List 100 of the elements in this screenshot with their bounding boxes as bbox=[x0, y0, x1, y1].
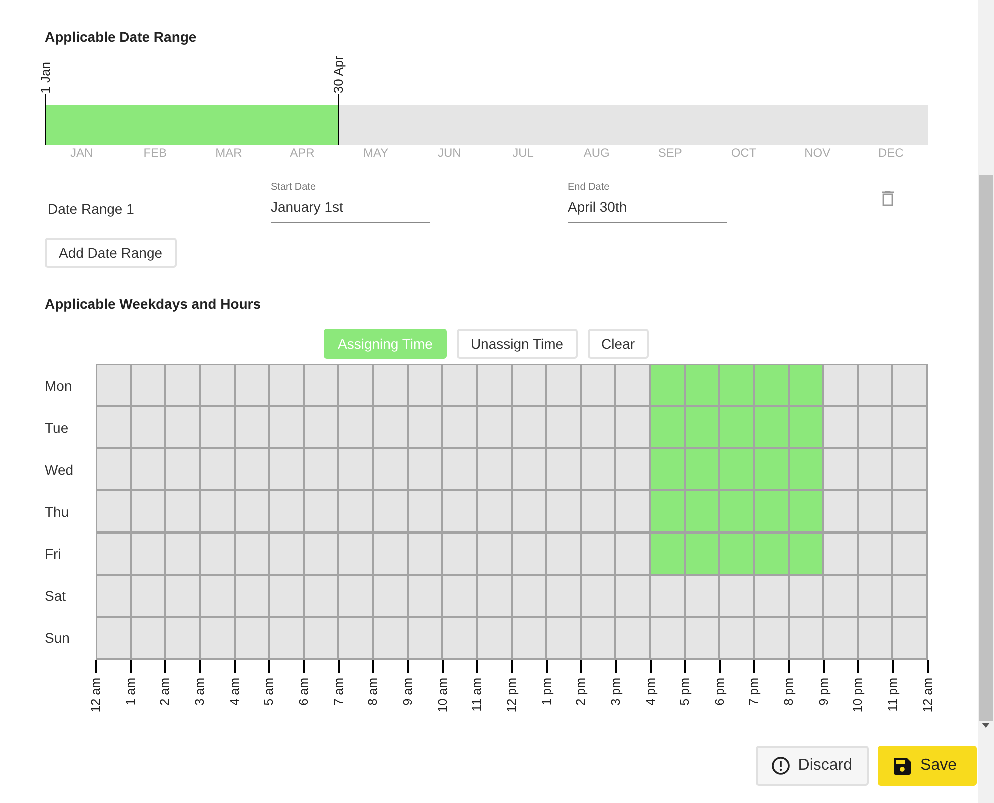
hour-cell[interactable] bbox=[200, 576, 234, 616]
hour-cell[interactable] bbox=[616, 365, 649, 405]
scrollbar-thumb[interactable] bbox=[979, 175, 993, 721]
hour-cell[interactable] bbox=[339, 534, 372, 574]
date-range-fill[interactable] bbox=[45, 105, 340, 145]
hour-cell[interactable] bbox=[616, 576, 649, 616]
hour-cell[interactable] bbox=[97, 576, 130, 616]
hour-cell[interactable] bbox=[166, 576, 199, 616]
start-date-field[interactable]: Start Date January 1st bbox=[271, 182, 430, 223]
hour-cell[interactable] bbox=[858, 491, 892, 532]
hour-cell[interactable] bbox=[858, 618, 892, 658]
hour-cell[interactable] bbox=[790, 491, 822, 532]
hour-cell[interactable] bbox=[236, 365, 268, 405]
hour-cell[interactable] bbox=[478, 534, 510, 574]
hour-cell[interactable] bbox=[824, 618, 857, 658]
hour-cell[interactable] bbox=[651, 618, 684, 658]
hour-cell[interactable] bbox=[824, 576, 857, 616]
hour-cell[interactable] bbox=[304, 576, 338, 616]
hour-cell[interactable] bbox=[720, 576, 753, 616]
hour-cell[interactable] bbox=[720, 534, 753, 574]
hour-cell[interactable] bbox=[374, 449, 407, 490]
hour-cell[interactable] bbox=[270, 618, 303, 658]
hour-cell[interactable] bbox=[200, 618, 234, 658]
hour-cell[interactable] bbox=[236, 491, 268, 532]
mode-button[interactable]: Unassign Time bbox=[456, 329, 578, 359]
hour-cell[interactable] bbox=[304, 365, 338, 405]
hour-cell[interactable] bbox=[270, 365, 303, 405]
hour-cell[interactable] bbox=[582, 618, 614, 658]
hour-cell[interactable] bbox=[824, 449, 857, 490]
hour-cell[interactable] bbox=[339, 576, 372, 616]
hour-cell[interactable] bbox=[478, 618, 510, 658]
hour-cell[interactable] bbox=[512, 618, 546, 658]
hour-cell[interactable] bbox=[97, 618, 130, 658]
hour-cell[interactable] bbox=[651, 576, 684, 616]
hour-cell[interactable] bbox=[408, 618, 442, 658]
hour-cell[interactable] bbox=[512, 491, 546, 532]
hour-cell[interactable] bbox=[97, 534, 130, 574]
hour-cell[interactable] bbox=[443, 449, 476, 490]
hour-cell[interactable] bbox=[339, 491, 372, 532]
hour-cell[interactable] bbox=[166, 449, 199, 490]
hour-cell[interactable] bbox=[720, 491, 753, 532]
trash-icon[interactable] bbox=[882, 191, 894, 206]
hour-cell[interactable] bbox=[893, 365, 926, 405]
hour-cell[interactable] bbox=[512, 449, 546, 490]
hour-cell[interactable] bbox=[790, 576, 822, 616]
hour-cell[interactable] bbox=[97, 491, 130, 532]
hour-cell[interactable] bbox=[824, 534, 857, 574]
hour-cell[interactable] bbox=[790, 618, 822, 658]
hour-cell[interactable] bbox=[408, 365, 442, 405]
hour-cell[interactable] bbox=[686, 365, 718, 405]
hour-cell[interactable] bbox=[651, 407, 684, 448]
hour-cell[interactable] bbox=[547, 449, 580, 490]
hour-cell[interactable] bbox=[754, 365, 788, 405]
hour-cell[interactable] bbox=[339, 407, 372, 448]
hour-cell[interactable] bbox=[166, 491, 199, 532]
hour-cell[interactable] bbox=[686, 576, 718, 616]
hour-cell[interactable] bbox=[374, 576, 407, 616]
hour-cell[interactable] bbox=[754, 534, 788, 574]
hour-cell[interactable] bbox=[304, 449, 338, 490]
hour-cell[interactable] bbox=[582, 449, 614, 490]
hour-cell[interactable] bbox=[304, 491, 338, 532]
hour-cell[interactable] bbox=[754, 491, 788, 532]
hour-cell[interactable] bbox=[512, 407, 546, 448]
hour-cell[interactable] bbox=[374, 534, 407, 574]
hour-cell[interactable] bbox=[443, 407, 476, 448]
hour-cell[interactable] bbox=[270, 576, 303, 616]
hour-cell[interactable] bbox=[408, 491, 442, 532]
discard-button[interactable]: Discard bbox=[756, 746, 869, 786]
hour-cell[interactable] bbox=[547, 576, 580, 616]
hour-cell[interactable] bbox=[858, 534, 892, 574]
hour-cell[interactable] bbox=[547, 618, 580, 658]
hour-cell[interactable] bbox=[790, 407, 822, 448]
hour-cell[interactable] bbox=[236, 449, 268, 490]
hour-cell[interactable] bbox=[582, 534, 614, 574]
hour-cell[interactable] bbox=[547, 534, 580, 574]
hour-cell[interactable] bbox=[547, 365, 580, 405]
hour-cell[interactable] bbox=[478, 407, 510, 448]
hour-cell[interactable] bbox=[616, 449, 649, 490]
hour-cell[interactable] bbox=[166, 534, 199, 574]
hour-cell[interactable] bbox=[893, 618, 926, 658]
hour-cell[interactable] bbox=[339, 449, 372, 490]
hour-cell[interactable] bbox=[304, 534, 338, 574]
hour-cell[interactable] bbox=[720, 449, 753, 490]
hour-cell[interactable] bbox=[893, 576, 926, 616]
hour-cell[interactable] bbox=[616, 407, 649, 448]
hour-cell[interactable] bbox=[200, 534, 234, 574]
hour-cell[interactable] bbox=[200, 491, 234, 532]
hour-cell[interactable] bbox=[790, 365, 822, 405]
end-date-field[interactable]: End Date April 30th bbox=[568, 182, 727, 223]
hour-cell[interactable] bbox=[616, 534, 649, 574]
hour-cell[interactable] bbox=[236, 576, 268, 616]
hour-cell[interactable] bbox=[132, 576, 164, 616]
hour-cell[interactable] bbox=[582, 365, 614, 405]
hour-cell[interactable] bbox=[686, 491, 718, 532]
hour-cell[interactable] bbox=[651, 491, 684, 532]
hour-cell[interactable] bbox=[443, 576, 476, 616]
hour-cell[interactable] bbox=[200, 449, 234, 490]
hour-cell[interactable] bbox=[408, 534, 442, 574]
hour-cell[interactable] bbox=[374, 407, 407, 448]
hour-cell[interactable] bbox=[512, 534, 546, 574]
